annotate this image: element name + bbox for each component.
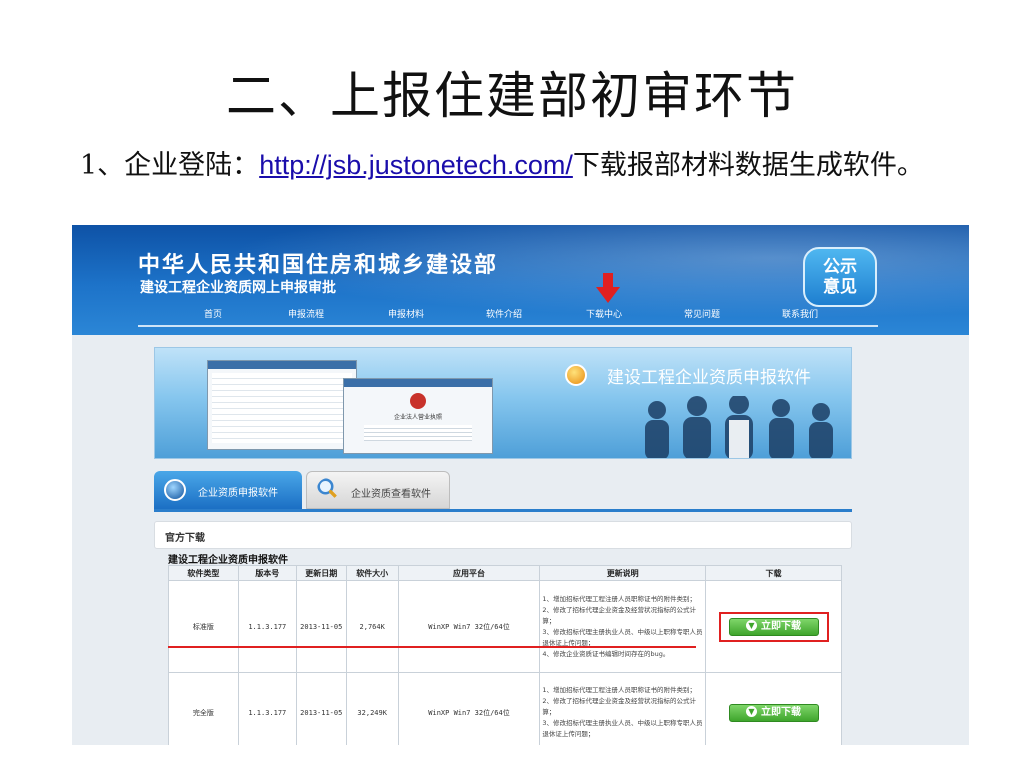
section-title: 建设工程企业资质申报软件 [168,555,288,566]
row-1-date: 2013-11-05 [295,580,347,673]
notice-badge-line-2: 意见 [823,277,857,297]
download-highlight: ▼ 立即下载 [718,611,829,642]
software-window-image [207,360,357,450]
magnifier-icon [317,478,339,500]
nav-software-intro[interactable]: 软件介绍 [486,307,522,320]
slide-title: 二、上报住建部初审环节 [226,67,798,125]
row-1-note-4: 4、修改企业资质证书编辑时间存在的bug。 [542,649,670,658]
row-1-version: 1.1.3.177 [237,580,297,673]
row-2-version: 1.1.3.177 [237,672,297,745]
panel-title: 官方下载 [165,533,205,544]
license-window-title: 企业法人营业执照 [393,414,442,421]
row-2-notes: 1、增加招标代理工程注册人员职称证书的附件类别； 2、修改了招标代理企业资金及经… [539,672,707,745]
notice-badge-line-1: 公示 [823,257,857,277]
row-1-note-1: 1、增加招标代理工程注册人员职称证书的附件类别； [542,594,696,603]
download-button-full[interactable]: ▼ 立即下载 [728,703,819,722]
row-2-note-2: 2、修改了招标代理企业资金及经营状况指标的公式计算； [542,697,696,716]
people-illustration-icon [645,396,833,458]
col-notes: 更新说明 [539,565,707,581]
col-download: 下载 [705,565,842,581]
annotation-underline [168,646,696,648]
row-1-size: 2,764K [345,580,399,673]
tab-view-software[interactable]: 企业资质查看软件 [306,471,450,509]
tab-view-label: 企业资质查看软件 [351,489,431,500]
row-2-note-1: 1、增加招标代理工程注册人员职称证书的附件类别； [542,686,696,694]
row-2-size: 32,249K [345,672,399,745]
step-instruction: 1、企业登陆：http://jsb.justonetech.com/下载报部材料… [80,146,980,185]
official-download-panel: 官方下载 [154,521,852,549]
row-2-date: 2013-11-05 [295,672,347,745]
table-row: 标准版 1.1.3.177 2013-11-05 2,764K WinXP Wi… [168,580,842,673]
col-type: 软件类型 [168,565,239,581]
row-1-note-2: 2、修改了招标代理企业资金及经营状况指标的公式计算； [542,605,696,625]
download-label-full: 立即下载 [761,706,801,718]
table-row: 完全版 1.1.3.177 2013-11-05 32,249K WinXP W… [168,672,842,745]
tab-strip [154,509,852,512]
row-1-platform: WinXP Win7 32位/64位 [397,580,541,673]
monitor-icon [164,479,186,501]
row-2-platform: WinXP Win7 32位/64位 [397,672,541,745]
website-screenshot: 中华人民共和国住房和城乡建设部 建设工程企业资质网上申报审批 公示 意见 首页 … [72,225,969,745]
col-date: 更新日期 [295,565,347,581]
software-table: 软件类型 版本号 更新日期 软件大小 应用平台 更新说明 下载 标准版 1.1.… [168,565,842,745]
download-label-standard: 立即下载 [761,620,801,632]
site-link[interactable]: http://jsb.justonetech.com/ [259,150,573,180]
step-prefix: 1、企业登陆： [80,150,260,181]
row-1-notes: 1、增加招标代理工程注册人员职称证书的附件类别； 2、修改了招标代理企业资金及经… [539,580,707,673]
nav-materials[interactable]: 申报材料 [388,307,424,320]
ministry-name: 中华人民共和国住房和城乡建设部 [138,252,499,278]
row-2-download-cell: ▼ 立即下载 [705,672,842,745]
banner-title: 建设工程企业资质申报软件 [607,368,811,388]
row-2-note-3: 3、修改招标代理主册执业人员、中级以上职称专职人员退休证上传问题； [542,719,703,738]
nav-process[interactable]: 申报流程 [288,307,324,320]
nav-faq[interactable]: 常见问题 [684,307,720,320]
download-arrow-icon: ▼ [746,705,757,717]
tab-declaration-software[interactable]: 企业资质申报软件 [154,471,302,509]
down-arrow-icon [596,273,620,303]
software-logo-icon [565,364,587,386]
tab-declaration-label: 企业资质申报软件 [198,488,278,499]
license-window-image: 企业法人营业执照 [343,378,493,454]
download-button-standard[interactable]: ▼ 立即下载 [728,617,819,636]
nav-contact[interactable]: 联系我们 [782,307,818,320]
col-size: 软件大小 [345,565,399,581]
row-2-type: 完全版 [168,672,239,745]
col-version: 版本号 [237,565,297,581]
site-subtitle: 建设工程企业资质网上申报审批 [140,280,336,296]
nav-home[interactable]: 首页 [204,307,222,320]
row-1-download-cell: ▼ 立即下载 [705,580,842,673]
download-arrow-icon: ▼ [746,619,757,631]
site-nav: 首页 申报流程 申报材料 软件介绍 下载中心 常见问题 联系我们 [138,305,878,327]
notice-badge-button[interactable]: 公示 意见 [803,247,877,307]
row-1-type: 标准版 [168,580,239,673]
table-header-row: 软件类型 版本号 更新日期 软件大小 应用平台 更新说明 下载 [168,565,842,581]
step-suffix: 下载报部材料数据生成软件。 [572,150,924,181]
col-platform: 应用平台 [397,565,541,581]
software-banner: 企业法人营业执照 建设工程企业资质申报软件 [154,347,852,459]
nav-download-center[interactable]: 下载中心 [586,307,622,320]
